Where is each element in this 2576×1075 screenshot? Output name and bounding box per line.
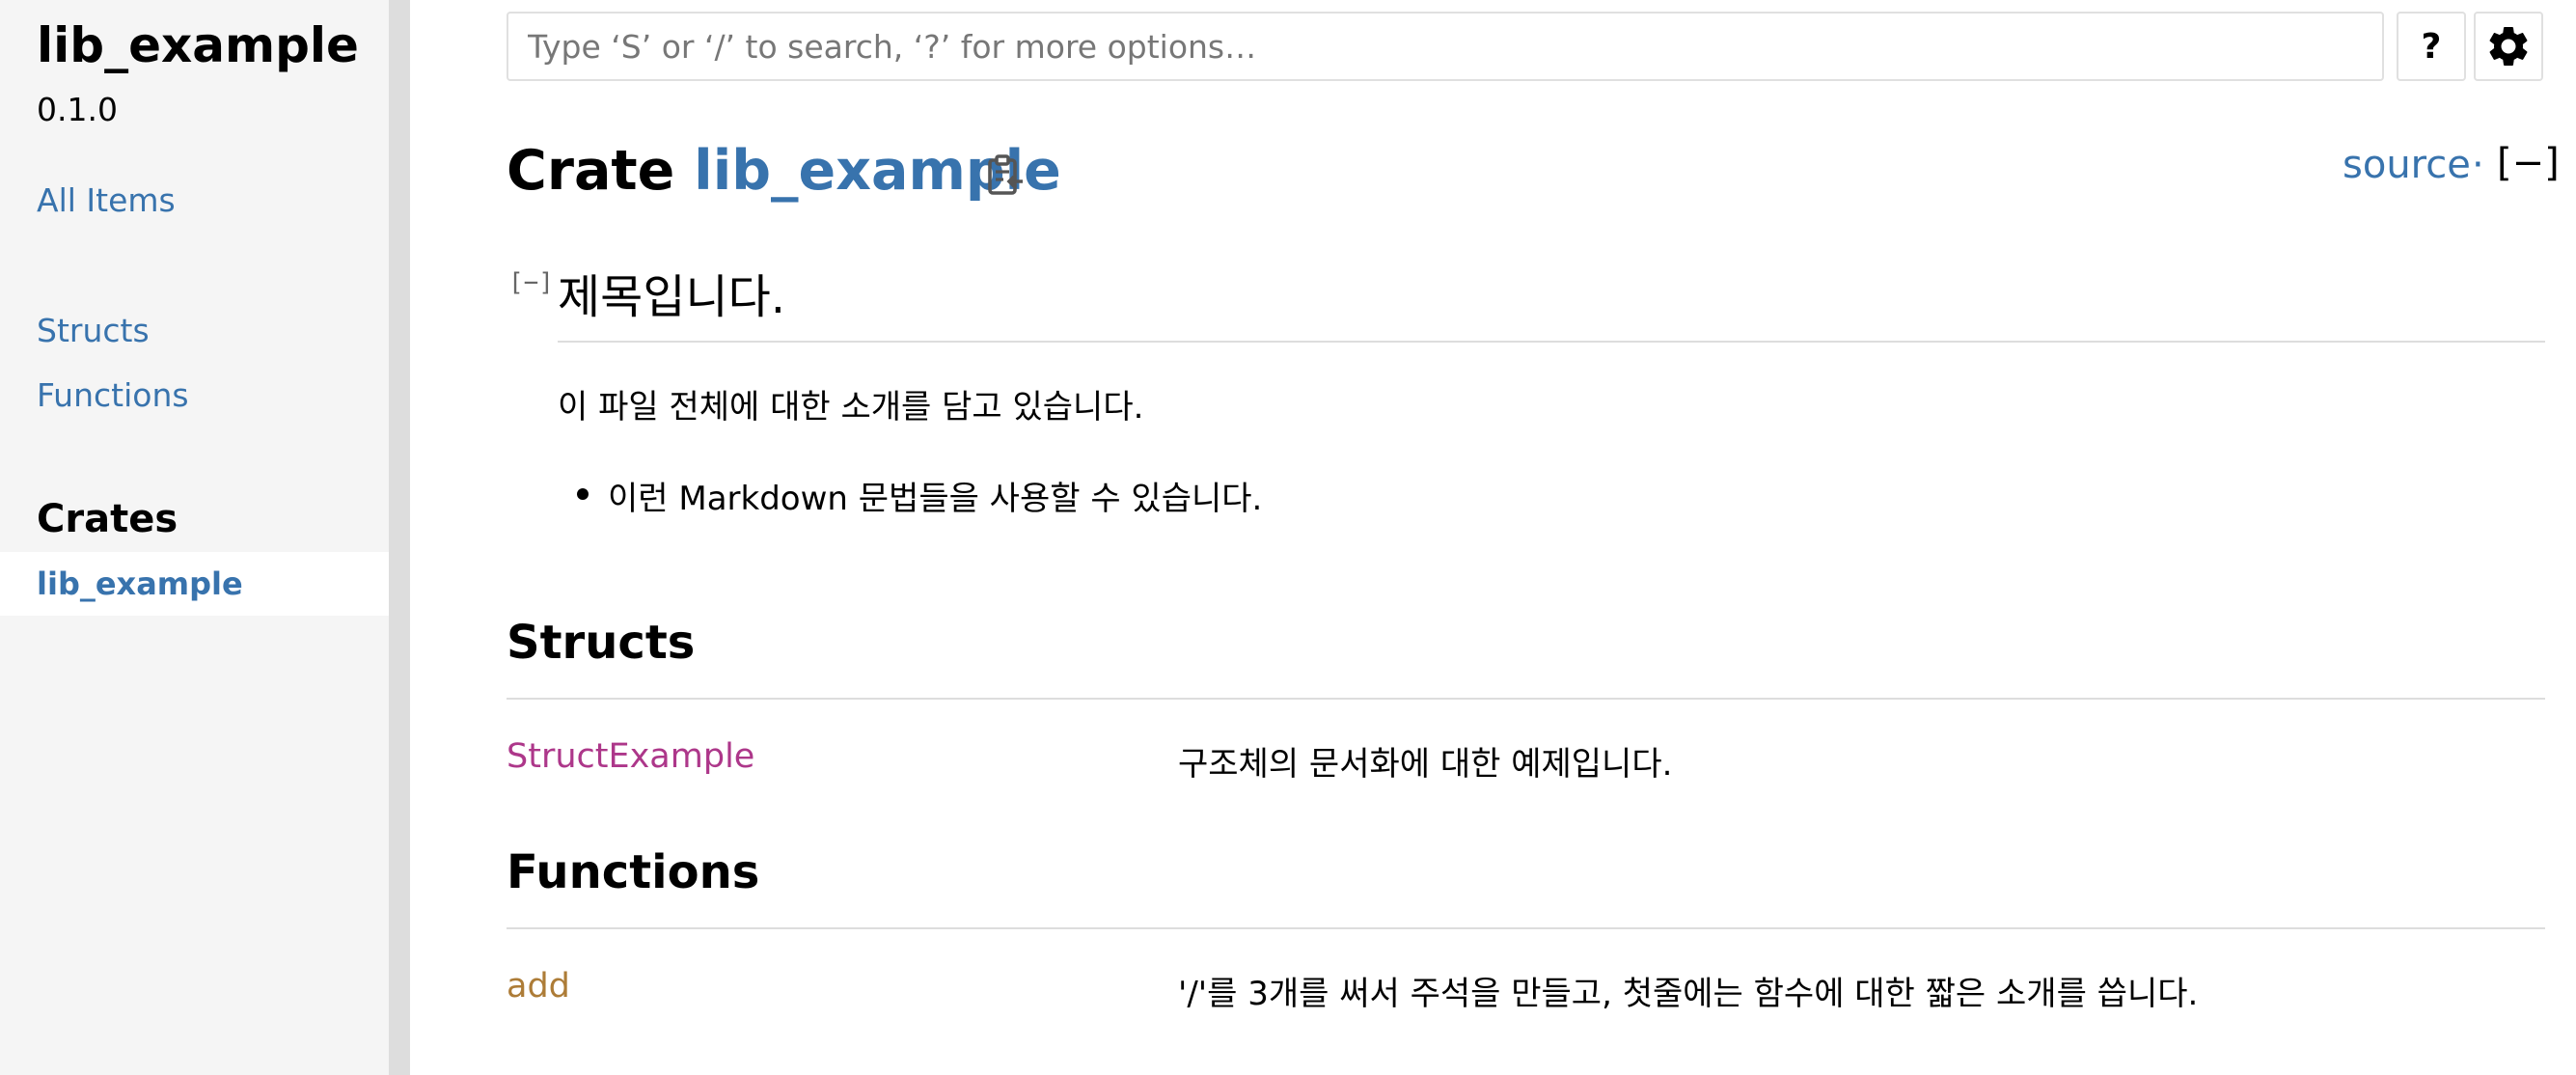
sidebar-item-current-crate[interactable]: lib_example [0,552,389,616]
settings-button[interactable] [2474,12,2543,81]
sidebar-version: 0.1.0 [37,91,118,128]
struct-item-desc: 구조체의 문서화에 대한 예제입니다. [1178,745,1673,784]
sidebar-item-all-items[interactable]: All Items [37,181,176,219]
sidebar-crates-heading: Crates [37,497,178,541]
sidebar-item-functions[interactable]: Functions [37,376,189,414]
gear-icon [2489,26,2528,67]
search-input[interactable] [507,12,2384,81]
function-item-link[interactable]: add [507,967,570,1006]
source-link[interactable]: source [2343,143,2471,187]
help-button[interactable]: ? [2397,12,2466,81]
struct-item-link[interactable]: StructExample [507,737,754,776]
doc-bullet-text: 이런 Markdown 문법들을 사용할 수 있습니다. [608,480,1263,518]
sidebar-resizer[interactable] [389,0,410,1075]
sidebar-crate-title[interactable]: lib_example [37,17,359,73]
page-title: Crate lib_example [507,139,1061,203]
doc-heading: 제목입니다. [558,270,786,324]
functions-heading[interactable]: Functions [507,845,759,899]
sidebar: lib_example 0.1.0 All Items Structs Func… [0,0,389,1075]
clipboard-icon[interactable] [982,152,1028,199]
question-mark-icon: ? [2421,26,2442,67]
functions-divider [507,927,2545,929]
doc-collapse-toggle[interactable]: [−] [508,268,554,297]
structs-divider [507,698,2545,700]
structs-heading[interactable]: Structs [507,616,695,670]
function-item-desc: '/'를 3개를 써서 주석을 만들고, 첫줄에는 함수에 대한 짧은 소개를 … [1178,975,2199,1013]
page-title-prefix: Crate [507,139,675,203]
bullet-dot [577,488,589,500]
sidebar-item-structs[interactable]: Structs [37,312,150,349]
source-separator: · [2472,143,2484,187]
doc-divider [558,341,2545,343]
sidebar-current-crate-label[interactable]: lib_example [37,565,243,602]
doc-paragraph: 이 파일 전체에 대한 소개를 담고 있습니다. [558,388,1144,427]
collapse-all-toggle[interactable]: [−] [2497,141,2560,185]
